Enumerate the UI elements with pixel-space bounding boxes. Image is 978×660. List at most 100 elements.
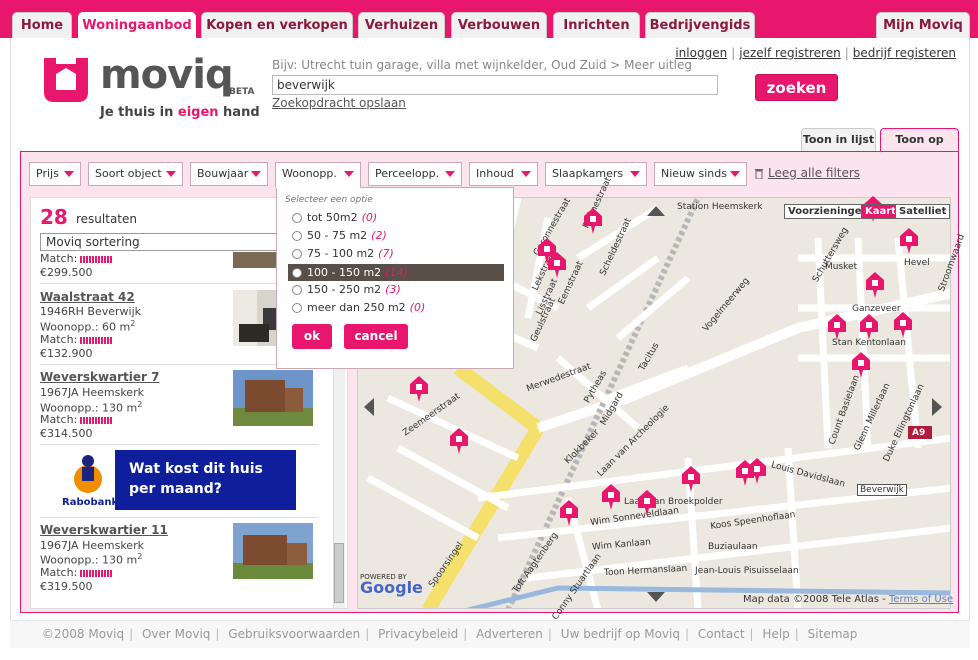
footer-link-contact[interactable]: Contact (698, 627, 745, 641)
option-75-100m2[interactable]: 75 - 100 m2 (7) (288, 245, 504, 262)
google-logo[interactable]: Google (360, 578, 423, 597)
map-street-label: Musket (825, 262, 858, 272)
register-link[interactable]: jezelf registreren (739, 46, 840, 60)
filter-woonopp[interactable]: Woonopp. (275, 162, 361, 188)
moviq-logo-icon[interactable] (40, 52, 92, 104)
option-tot-50m2[interactable]: tot 50m2 (0) (288, 209, 504, 226)
radio-icon[interactable] (292, 303, 302, 313)
filter-soort-object[interactable]: Soort object (88, 162, 183, 186)
account-links: inloggen | jezelf registreren | bedrijf regi… (675, 46, 956, 60)
result-count-label: resultaten (76, 212, 137, 226)
house-pin-icon[interactable] (748, 458, 766, 484)
tab-woningaanbod[interactable]: Woningaanbod (78, 12, 196, 40)
footer-link-sitemap[interactable]: Sitemap (808, 627, 858, 641)
house-pin-icon[interactable] (894, 312, 912, 338)
ok-button[interactable]: ok (292, 324, 332, 349)
clear-filters-link[interactable]: Leeg alle filters (754, 166, 860, 180)
radio-icon[interactable] (292, 231, 302, 241)
cancel-button[interactable]: cancel (344, 324, 408, 349)
filter-inhoud[interactable]: Inhoud (469, 162, 538, 186)
map-pan-right-icon[interactable] (932, 398, 942, 416)
map-voorzieningen-button[interactable]: Voorzieningen (784, 204, 873, 219)
list-item-match: Match: (40, 252, 113, 265)
tab-home[interactable]: Home (12, 12, 72, 38)
slogan: Je thuis in eigen hand (100, 105, 260, 120)
list-item-city: 1946RH Beverwijk (40, 305, 141, 318)
terms-of-use-link[interactable]: Terms of Use (889, 594, 953, 605)
house-pin-icon[interactable] (638, 490, 656, 516)
footer-link-over[interactable]: Over Moviq (142, 627, 210, 641)
filter-prijs[interactable]: Prijs (29, 162, 81, 186)
radio-icon[interactable] (292, 268, 302, 278)
list-item-title[interactable]: Weverskwartier 11 (40, 523, 168, 537)
house-pin-icon[interactable] (548, 252, 566, 278)
list-item-price: €299.500 (40, 266, 93, 279)
option-50-75m2[interactable]: 50 - 75 m2 (2) (288, 227, 504, 244)
highway-badge: A9 (912, 428, 926, 438)
tab-verbouwen[interactable]: Verbouwen (451, 12, 547, 38)
dropdown-title: Selecteer een optie (285, 195, 373, 205)
tab-inrichten[interactable]: Inrichten (553, 12, 640, 38)
house-pin-icon[interactable] (560, 500, 578, 526)
tab-verhuizen[interactable]: Verhuizen (358, 12, 445, 38)
radio-icon[interactable] (292, 249, 302, 259)
house-pin-icon[interactable] (900, 228, 918, 254)
filter-slaapkamers[interactable]: Slaapkamers (545, 162, 647, 186)
footer-link-privacy[interactable]: Privacybeleid (378, 627, 458, 641)
rabobank-logo-icon[interactable] (62, 451, 114, 495)
list-item-price: €319.500 (40, 580, 93, 593)
house-pin-icon[interactable] (602, 484, 620, 510)
map-street-label: Hevel (904, 258, 930, 268)
filter-perceelopp[interactable]: Perceelopp. (368, 162, 462, 186)
result-count: 28 (40, 205, 68, 229)
house-pin-icon[interactable] (852, 352, 870, 378)
map-pan-left-icon[interactable] (364, 398, 374, 416)
house-pin-icon[interactable] (450, 428, 468, 454)
tab-list-view[interactable]: Toon in lijst (801, 128, 876, 152)
option-100-150m2[interactable]: 100 - 150 m2 (14) (288, 264, 504, 281)
map-place-label: Beverwijk (857, 484, 907, 496)
login-link[interactable]: inloggen (675, 46, 727, 60)
property-photo[interactable] (233, 523, 313, 579)
footer-link-help[interactable]: Help (762, 627, 789, 641)
ad-text: Wat kost dit huis per maand? (129, 461, 263, 497)
list-item-title[interactable]: Weverskwartier 7 (40, 370, 159, 384)
business-register-link[interactable]: bedrijf registeren (853, 46, 956, 60)
house-pin-icon[interactable] (860, 314, 878, 340)
footer-link-bedrijf[interactable]: Uw bedrijf op Moviq (561, 627, 680, 641)
radio-icon[interactable] (292, 213, 302, 223)
list-item-price: €314.500 (40, 427, 93, 440)
tab-map-view[interactable]: Toon op kaart (880, 128, 959, 168)
tab-mijn-moviq[interactable]: Mijn Moviq (876, 12, 970, 38)
map-station-label: Station Heemskerk (677, 202, 763, 212)
list-item-title[interactable]: Waalstraat 42 (40, 290, 135, 304)
map-pan-up-icon[interactable] (647, 206, 665, 216)
tab-bedrijvengids[interactable]: Bedrijvengids (645, 12, 755, 38)
rabobank-label: Rabobank (62, 497, 119, 508)
footer-link-voorwaarden[interactable]: Gebruiksvoorwaarden (228, 627, 360, 641)
radio-icon[interactable] (292, 285, 302, 295)
list-scrollbar-thumb[interactable] (334, 543, 344, 603)
option-meer-dan-250m2[interactable]: meer dan 250 m2 (0) (288, 299, 504, 316)
house-pin-icon[interactable] (584, 208, 602, 234)
option-150-250m2[interactable]: 150 - 250 m2 (3) (288, 281, 504, 298)
map-pan-down-icon[interactable] (647, 592, 665, 602)
filter-bouwjaar[interactable]: Bouwjaar (190, 162, 268, 186)
search-button[interactable]: zoeken (755, 74, 838, 101)
house-pin-icon[interactable] (410, 376, 428, 402)
divider (40, 444, 318, 445)
house-pin-icon[interactable] (682, 466, 700, 492)
tab-kopen-en-verkopen[interactable]: Kopen en verkopen (201, 12, 353, 38)
filter-nieuw-sinds[interactable]: Nieuw sinds (654, 162, 747, 186)
house-pin-icon[interactable] (828, 314, 846, 340)
map-attribution: Map data ©2008 Tele Atlas - Terms of Use (743, 594, 954, 605)
search-input[interactable] (272, 75, 718, 95)
list-item-city: 1967JA Heemskerk (40, 539, 144, 552)
map-street-label: Jean-Louis Pisuisselaan (695, 566, 799, 576)
house-pin-icon[interactable] (866, 272, 884, 298)
save-search-link[interactable]: Zoekopdracht opslaan (272, 96, 406, 110)
map-satelliet-button[interactable]: Satelliet (895, 204, 951, 219)
footer-link-adverteren[interactable]: Adverteren (476, 627, 543, 641)
property-photo[interactable] (233, 370, 313, 426)
brand-name: moviq (100, 52, 234, 98)
